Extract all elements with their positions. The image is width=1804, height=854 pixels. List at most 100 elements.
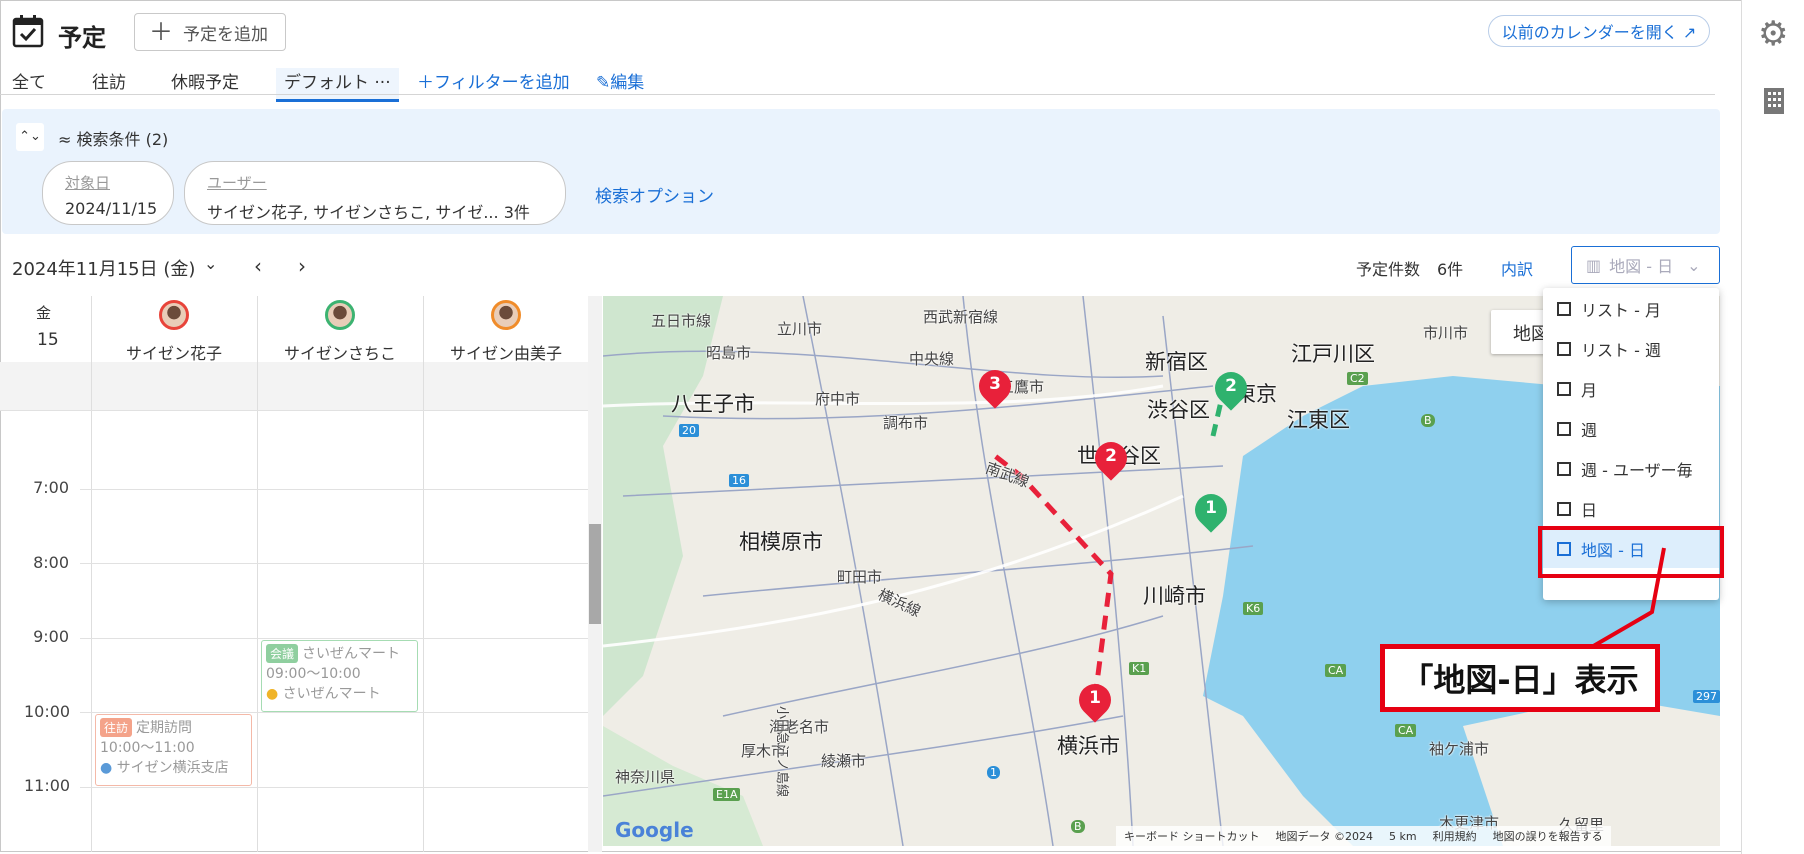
user-name: サイゼン由美子 bbox=[449, 344, 562, 363]
map-label: 川崎市 bbox=[1143, 584, 1206, 608]
event-count-value: 6件 bbox=[1437, 260, 1464, 279]
add-filter-link[interactable]: ＋フィルターを追加 bbox=[417, 68, 570, 93]
view-option-label: 日 bbox=[1581, 501, 1598, 520]
next-day-icon[interactable]: › bbox=[298, 254, 306, 278]
grid-icon bbox=[1557, 382, 1571, 396]
add-event-button[interactable]: ＋ 予定を追加 bbox=[134, 13, 286, 51]
view-option-list-week[interactable]: リスト - 週 bbox=[1543, 330, 1719, 368]
route-badge: E1A bbox=[713, 788, 741, 801]
scrollbar-thumb[interactable] bbox=[589, 524, 601, 624]
list-icon bbox=[1557, 302, 1571, 316]
tab-vacation[interactable]: 休暇予定 bbox=[171, 68, 239, 93]
tab-default[interactable]: デフォルト ··· bbox=[276, 68, 399, 102]
map-label: 五日市線 bbox=[651, 312, 712, 330]
collapse-toggle-icon[interactable]: ⌃⌄ bbox=[16, 123, 44, 151]
terms-link[interactable]: 利用規約 bbox=[1433, 828, 1477, 844]
date-filter-pill[interactable]: 対象日 2024/11/15 bbox=[42, 161, 174, 225]
column-divider bbox=[91, 296, 92, 852]
day-number: 15 bbox=[37, 330, 59, 350]
route-badge: B bbox=[1421, 414, 1435, 427]
plus-icon: ＋ bbox=[417, 73, 434, 93]
breakdown-link[interactable]: 内訳 bbox=[1501, 256, 1533, 280]
event-time: 10:00〜11:00 bbox=[100, 740, 195, 756]
map-data-text: 地図データ ©2024 bbox=[1275, 830, 1374, 843]
map-label: 中央線 bbox=[909, 350, 955, 368]
time-label: 9:00 bbox=[33, 627, 69, 646]
filter-icon: ≈ bbox=[58, 130, 77, 149]
view-option-week[interactable]: 週 bbox=[1543, 410, 1719, 448]
avatar bbox=[491, 300, 521, 330]
time-label: 7:00 bbox=[33, 478, 69, 497]
chevron-down-icon[interactable]: ⌄ bbox=[204, 254, 217, 273]
annotation-callout: 「地図-日」表示 bbox=[1380, 644, 1660, 712]
gear-icon[interactable]: ⚙ bbox=[1758, 14, 1788, 54]
date-filter-label: 対象日 bbox=[65, 174, 111, 192]
event-count-label: 予定件数 bbox=[1356, 260, 1421, 279]
user-filter-pill[interactable]: ユーザー サイゼン花子, サイゼンさちこ, サイゼ... 3件 bbox=[184, 161, 566, 225]
tab-visit[interactable]: 往訪 bbox=[92, 68, 126, 93]
open-old-calendar-link[interactable]: 以前のカレンダーを開く ↗ bbox=[1488, 15, 1710, 47]
route-badge: 16 bbox=[729, 474, 749, 487]
avatar bbox=[159, 300, 189, 330]
map-icon: ▥ bbox=[1586, 255, 1602, 275]
calendar-event[interactable]: 会議 さいぜんマート 09:00〜10:00 ● さいぜんマート bbox=[261, 640, 418, 712]
view-option-label: 月 bbox=[1581, 381, 1598, 400]
current-date[interactable]: 2024年11月15日 (金) bbox=[12, 255, 195, 281]
search-options-link[interactable]: 検索オプション bbox=[595, 182, 714, 207]
map-attribution: キーボード ショートカット 地図データ ©2024 5 km 利用規約 地図の誤… bbox=[1116, 826, 1611, 846]
tab-divider bbox=[0, 94, 1715, 95]
map-marker-number: 2 bbox=[1105, 446, 1117, 466]
google-logo: Google bbox=[615, 818, 694, 842]
keyboard-shortcuts-link[interactable]: キーボード ショートカット bbox=[1124, 828, 1260, 844]
map-marker-number: 2 bbox=[1225, 376, 1237, 396]
view-option-day[interactable]: 日 bbox=[1543, 490, 1719, 528]
search-conditions-label[interactable]: ≈ 検索条件 (2) bbox=[58, 126, 168, 150]
map-marker-number: 1 bbox=[1205, 498, 1217, 518]
user-name: サイゼンさちこ bbox=[283, 344, 396, 363]
report-error-link[interactable]: 地図の誤りを報告する bbox=[1493, 828, 1603, 844]
columns-icon bbox=[1557, 462, 1571, 476]
grid-line bbox=[80, 787, 590, 788]
event-title: さいぜんマート bbox=[302, 646, 401, 662]
tab-all[interactable]: 全て bbox=[12, 68, 46, 93]
calendar-day-grid: 金 15 サイゼン花子 サイゼンさちこ サイゼン由美子 7:00 8:00 9:… bbox=[0, 296, 590, 852]
event-title: 定期訪問 bbox=[136, 720, 193, 736]
search-panel: ⌃⌄ ≈ 検索条件 (2) 対象日 2024/11/15 ユーザー サイゼン花子… bbox=[2, 109, 1720, 234]
all-day-row bbox=[0, 362, 590, 410]
list-icon bbox=[1557, 342, 1571, 356]
view-option-label: リスト - 月 bbox=[1581, 301, 1661, 320]
column-divider bbox=[423, 296, 424, 852]
calendar-scrollbar[interactable] bbox=[588, 296, 602, 852]
add-filter-label: フィルターを追加 bbox=[434, 73, 570, 93]
map-label: 袖ケ浦市 bbox=[1429, 740, 1490, 758]
map-label: 西武新宿線 bbox=[923, 308, 999, 326]
calendar-event[interactable]: 往訪 定期訪問 10:00〜11:00 ● サイゼン横浜支店 bbox=[95, 714, 252, 786]
route-badge: 297 bbox=[1693, 690, 1720, 703]
view-select[interactable]: ▥ 地図 - 日 ⌄ bbox=[1571, 246, 1720, 284]
view-option-list-month[interactable]: リスト - 月 bbox=[1543, 290, 1719, 328]
map-label: 江東区 bbox=[1287, 408, 1350, 432]
columns-icon bbox=[1557, 422, 1571, 436]
grid-line bbox=[80, 489, 590, 490]
route-badge: 1 bbox=[987, 766, 1000, 779]
pencil-icon: ✎ bbox=[596, 73, 611, 93]
add-event-label: 予定を追加 bbox=[183, 24, 268, 45]
event-place: サイゼン横浜支店 bbox=[116, 760, 229, 776]
plus-icon: ＋ bbox=[149, 18, 173, 46]
time-label: 11:00 bbox=[24, 776, 71, 795]
event-tag: 会議 bbox=[266, 644, 299, 663]
prev-day-icon[interactable]: ‹ bbox=[254, 254, 262, 278]
edit-link[interactable]: ✎編集 bbox=[596, 68, 644, 93]
time-label: 8:00 bbox=[33, 553, 69, 572]
map-label: 市川市 bbox=[1423, 324, 1469, 342]
view-select-value: 地図 - 日 bbox=[1609, 257, 1674, 276]
view-option-month[interactable]: 月 bbox=[1543, 370, 1719, 408]
building-icon[interactable] bbox=[1762, 86, 1786, 116]
grid-line bbox=[80, 563, 590, 564]
route-badge: B bbox=[1071, 820, 1085, 833]
calendar-check-icon bbox=[12, 15, 44, 48]
view-option-week-by-user[interactable]: 週 - ユーザー毎 bbox=[1543, 450, 1719, 488]
map-label: 横浜市 bbox=[1057, 734, 1120, 758]
user-name: サイゼン花子 bbox=[125, 344, 222, 363]
route-badge: 20 bbox=[679, 424, 699, 437]
